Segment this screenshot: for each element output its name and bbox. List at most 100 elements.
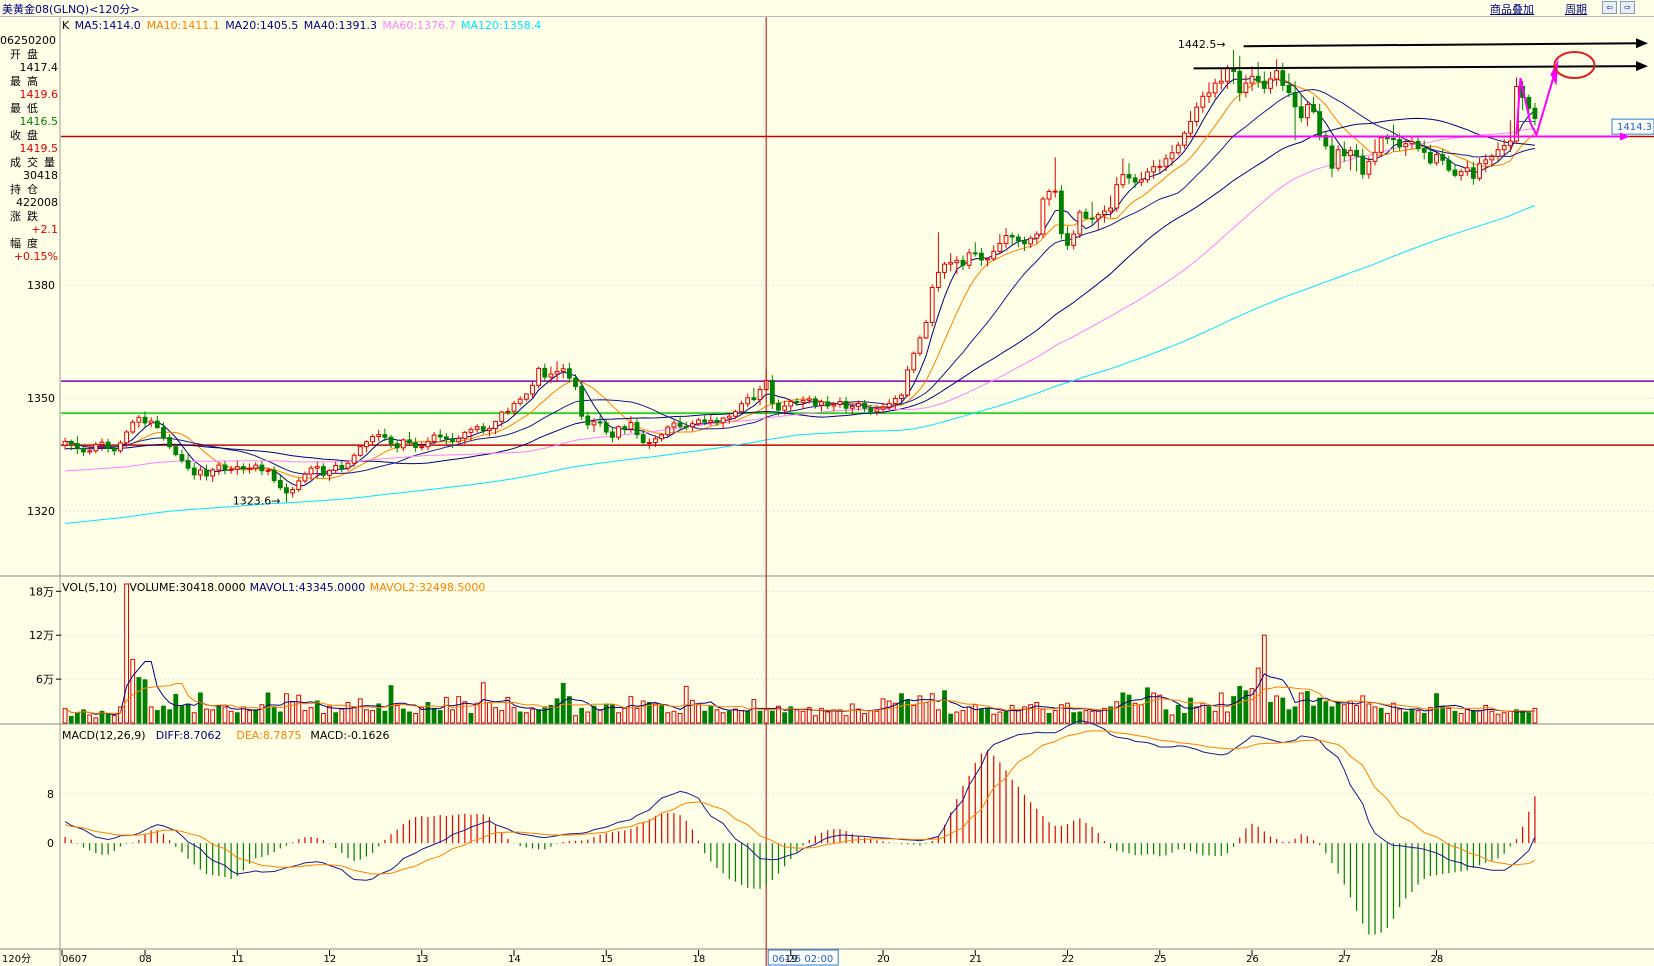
dea-line xyxy=(64,730,1536,875)
candle-up xyxy=(1372,151,1378,162)
volume-bar-up xyxy=(739,710,744,724)
volume-bar-up xyxy=(228,710,234,724)
candle-down xyxy=(1427,151,1433,164)
candle-up xyxy=(849,405,855,409)
candle-down xyxy=(105,441,111,450)
candle-up xyxy=(1157,165,1163,168)
price-legend-item: MA60:1376.7 xyxy=(382,19,455,32)
volume-bar-down xyxy=(197,692,203,724)
volume-bar-down xyxy=(979,708,984,724)
candle-up xyxy=(689,423,695,428)
candle-up xyxy=(511,402,517,412)
candle-up xyxy=(1138,179,1144,183)
volume-bar-up xyxy=(450,709,455,724)
candle-up xyxy=(308,467,314,475)
volume-bar-down xyxy=(1046,712,1052,724)
candle-up xyxy=(782,405,788,411)
candle-up xyxy=(474,426,480,430)
candle-down xyxy=(142,416,148,424)
volume-bar-up xyxy=(1261,634,1267,724)
candle-down xyxy=(241,466,246,470)
volume-bar-down xyxy=(400,708,406,724)
candle-up xyxy=(1434,154,1439,164)
volume-bar-down xyxy=(536,709,542,724)
candle-up xyxy=(1274,70,1280,80)
volume-bar-up xyxy=(800,710,806,724)
candle-up xyxy=(726,415,732,419)
candle-down xyxy=(1015,236,1021,242)
volume-bar-up xyxy=(87,714,93,724)
candle-down xyxy=(702,419,708,423)
volume-bar-up xyxy=(394,704,400,724)
volume-bar-up xyxy=(628,696,634,724)
candle-down xyxy=(259,464,265,472)
min-price-label: 1323.6→ xyxy=(233,494,281,507)
candle-up xyxy=(1163,158,1169,167)
volume-bar-up xyxy=(1089,710,1095,724)
volume-bar-down xyxy=(333,712,339,724)
volume-bar-down xyxy=(1323,701,1329,724)
volume-bar-up xyxy=(843,715,849,724)
candle-down xyxy=(154,420,160,428)
candle-up xyxy=(1169,152,1175,160)
volume-bar-up xyxy=(1391,702,1396,724)
volume-bar-up xyxy=(284,693,289,724)
candle-up xyxy=(548,373,554,378)
candle-up xyxy=(1181,132,1187,146)
volume-bar-up xyxy=(351,707,357,724)
candle-down xyxy=(843,401,849,409)
candle-down xyxy=(382,434,388,438)
candle-up xyxy=(800,399,806,404)
volume-bar-up xyxy=(696,704,701,724)
candle-down xyxy=(1384,137,1390,140)
volume-bar-up xyxy=(523,712,529,724)
candle-down xyxy=(1446,159,1452,171)
candle-up xyxy=(468,428,474,433)
volume-bar-down xyxy=(105,712,111,724)
candle-down xyxy=(1083,211,1089,219)
candle-up xyxy=(493,420,498,430)
candle-up xyxy=(1378,137,1384,153)
volume-bar-up xyxy=(456,696,462,724)
volume-bar-up xyxy=(825,711,831,724)
candle-down xyxy=(979,252,984,261)
candle-up xyxy=(376,434,382,438)
candle-down xyxy=(111,448,117,452)
candle-down xyxy=(573,377,578,387)
candle-up xyxy=(929,286,935,323)
volume-bar-up xyxy=(997,711,1003,724)
volume-tick-label: 18万 xyxy=(29,585,54,598)
volume-bar-up xyxy=(296,694,302,724)
volume-bar-up xyxy=(364,709,369,724)
candle-down xyxy=(1022,240,1027,245)
chart-canvas[interactable]: 13801350132018万12万6万80K MA5:1414.0 MA10:14… xyxy=(0,0,1654,966)
volume-bar-up xyxy=(763,709,769,724)
candle-up xyxy=(966,252,972,266)
volume-bar-up xyxy=(1052,710,1058,724)
price-tick-label: 1350 xyxy=(27,392,55,405)
volume-bar-down xyxy=(407,711,412,724)
candle-up xyxy=(1403,143,1409,148)
candle-down xyxy=(1261,80,1267,89)
candle-up xyxy=(1040,198,1046,235)
volume-bar-down xyxy=(271,706,277,724)
volume-bar-up xyxy=(991,713,997,724)
macd-legend-item: DEA:8.7875 xyxy=(236,729,301,742)
candle-up xyxy=(517,398,523,404)
candle-down xyxy=(610,431,615,438)
candle-up xyxy=(1483,159,1489,165)
candle-up xyxy=(671,422,677,428)
candle-up xyxy=(487,428,492,431)
candle-down xyxy=(320,466,326,476)
candle-up xyxy=(653,438,658,444)
price-legend-item: K xyxy=(62,19,70,32)
volume-bar-down xyxy=(1440,705,1446,724)
volume-bar-down xyxy=(431,707,437,724)
candle-down xyxy=(450,438,455,443)
volume-bar-up xyxy=(222,706,228,724)
candle-down xyxy=(443,436,449,440)
candle-up xyxy=(1095,213,1101,220)
candle-down xyxy=(277,480,283,489)
candle-down xyxy=(776,402,781,411)
volume-bar-up xyxy=(849,703,855,724)
